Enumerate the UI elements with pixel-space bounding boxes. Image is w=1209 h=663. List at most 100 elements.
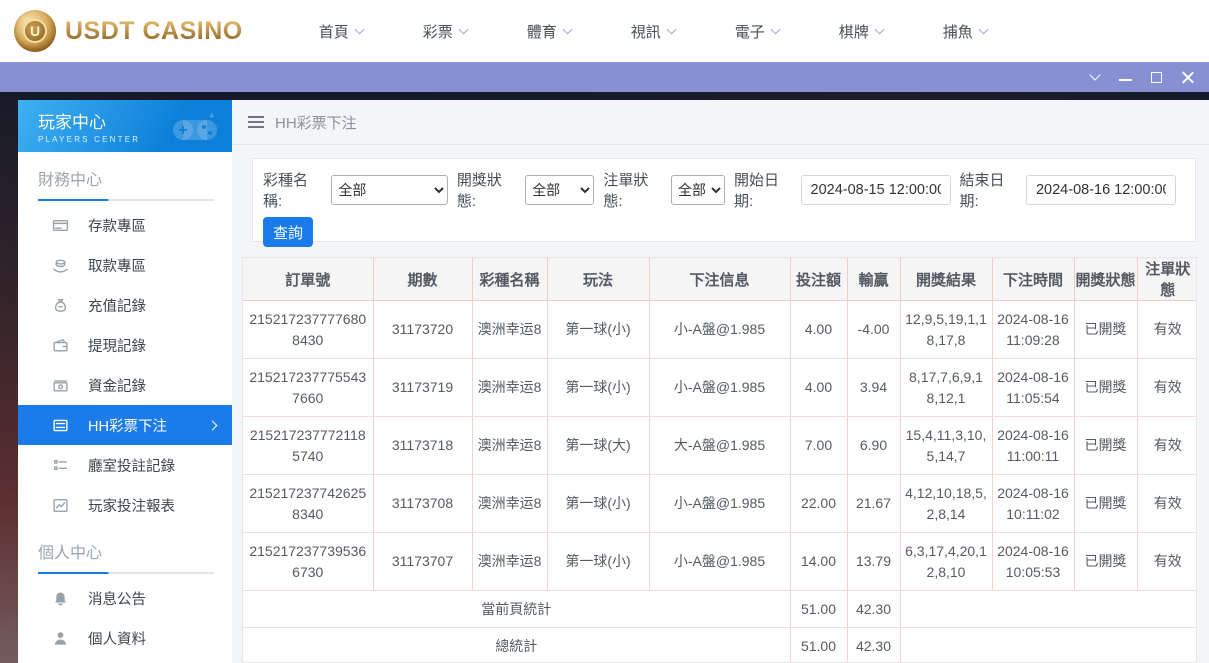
chevron-down-icon — [874, 24, 884, 34]
table-cell: 澳洲幸运8 — [472, 417, 547, 475]
table-cell: 已開獎 — [1074, 417, 1137, 475]
sidebar-item[interactable]: HH彩票下注 — [18, 405, 232, 445]
sidebar-item[interactable]: 消息公告 — [18, 578, 232, 618]
summary-row: 總統計51.0042.30 — [243, 628, 1197, 663]
table-cell: 有效 — [1137, 301, 1197, 359]
end-date-label: 結束日期: — [960, 169, 1021, 211]
lottery-select[interactable]: 全部 — [331, 175, 448, 205]
end-date-group: 結束日期: — [960, 169, 1176, 211]
bets-table-panel: 訂單號期數彩種名稱玩法下注信息投注額輸贏開獎結果下注時間開獎狀態注單狀態2152… — [242, 257, 1197, 663]
table-cell: 第一球(小) — [547, 533, 649, 591]
maximize-button[interactable] — [1141, 62, 1172, 92]
end-date-input[interactable] — [1026, 175, 1176, 205]
sidebar-item[interactable]: 充值記錄 — [18, 285, 232, 325]
minimize-button[interactable] — [1110, 62, 1141, 92]
summary-empty-cell — [900, 591, 1197, 628]
sidebar-item[interactable]: 資金記錄 — [18, 365, 232, 405]
table-cell: 14.00 — [790, 533, 847, 591]
table-cell: 3.94 — [847, 359, 900, 417]
column-header: 開獎狀態 — [1074, 258, 1137, 301]
table-header-row: 訂單號期數彩種名稱玩法下注信息投注額輸贏開獎結果下注時間開獎狀態注單狀態 — [243, 258, 1197, 301]
order-status-select[interactable]: 全部 — [671, 175, 725, 205]
draw-status-label: 開獎狀態: — [457, 169, 520, 211]
table-cell: 31173708 — [373, 475, 472, 533]
table-row: 215217237777680843031173720澳洲幸运8第一球(小)小-… — [243, 301, 1197, 359]
gamepad-icon — [168, 108, 222, 144]
table-row: 215217237775543766031173719澳洲幸运8第一球(小)小-… — [243, 359, 1197, 417]
summary-winloss-total: 42.30 — [847, 628, 900, 663]
lottery-filter-label: 彩種名稱: — [263, 169, 326, 211]
chevron-down-icon — [1089, 69, 1100, 80]
table-cell: 澳洲幸运8 — [472, 359, 547, 417]
sidebar-item-label: 廳室投註記錄 — [88, 455, 175, 476]
nav-item-label: 棋牌 — [839, 21, 869, 42]
chevron-right-icon — [208, 420, 218, 430]
sidebar-sections: 財務中心存款專區取款專區充值記錄提現記錄資金記錄HH彩票下注廳室投註記錄玩家投注… — [18, 166, 232, 658]
chevron-down-icon — [666, 24, 676, 34]
nav-item[interactable]: 彩票 — [393, 21, 497, 42]
collapse-button[interactable] — [1079, 62, 1110, 92]
money-bag-icon — [52, 297, 69, 314]
sidebar-item[interactable]: 廳室投註記錄 — [18, 445, 232, 485]
table-cell: 小-A盤@1.985 — [649, 475, 790, 533]
search-button[interactable]: 查詢 — [263, 217, 313, 247]
table-cell: 2024-08-16 11:09:28 — [992, 301, 1074, 359]
column-header: 期數 — [373, 258, 472, 301]
sidebar-item[interactable]: 存款專區 — [18, 205, 232, 245]
table-cell: 31173720 — [373, 301, 472, 359]
order-status-label: 注單狀態: — [603, 169, 666, 211]
draw-status-select[interactable]: 全部 — [525, 175, 594, 205]
start-date-input[interactable] — [801, 175, 951, 205]
sidebar-item[interactable]: 玩家投注報表 — [18, 485, 232, 525]
table-cell: 已開獎 — [1074, 359, 1137, 417]
table-cell: 小-A盤@1.985 — [649, 301, 790, 359]
table-cell: 澳洲幸运8 — [472, 533, 547, 591]
summary-empty-cell — [900, 628, 1197, 663]
sidebar: 玩家中心 PLAYERS CENTER 財務中心存款專區取款專區充值記錄提現記錄… — [18, 100, 232, 663]
nav-item[interactable]: 首頁 — [289, 21, 393, 42]
close-button[interactable] — [1172, 62, 1203, 92]
table-cell: 澳洲幸运8 — [472, 475, 547, 533]
nav-item[interactable]: 體育 — [497, 21, 601, 42]
deposit-card-icon — [52, 217, 69, 234]
sidebar-item-label: 資金記錄 — [88, 375, 146, 396]
nav-item-label: 彩票 — [423, 21, 453, 42]
table-cell: 31173718 — [373, 417, 472, 475]
site-logo[interactable]: U USDT CASINO — [14, 10, 243, 52]
table-cell: 2152172377776808430 — [243, 301, 373, 359]
table-cell: 13.79 — [847, 533, 900, 591]
table-cell: 15,4,11,3,10,5,14,7 — [900, 417, 992, 475]
nav-item[interactable]: 捕魚 — [913, 21, 1017, 42]
table-cell: 第一球(大) — [547, 417, 649, 475]
maximize-icon — [1151, 72, 1162, 83]
sidebar-item-label: 玩家投注報表 — [88, 495, 175, 516]
nav-item[interactable]: 視訊 — [601, 21, 705, 42]
table-row: 215217237739536673031173707澳洲幸运8第一球(小)小-… — [243, 533, 1197, 591]
table-cell: 第一球(小) — [547, 359, 649, 417]
table-cell: 有效 — [1137, 475, 1197, 533]
column-header: 玩法 — [547, 258, 649, 301]
table-cell: 12,9,5,19,1,18,17,8 — [900, 301, 992, 359]
sidebar-item[interactable]: 提現記錄 — [18, 325, 232, 365]
column-header: 彩種名稱 — [472, 258, 547, 301]
nav-item[interactable]: 電子 — [705, 21, 809, 42]
nav-item[interactable]: 棋牌 — [809, 21, 913, 42]
clipboard-list-icon — [52, 457, 69, 474]
sidebar-item[interactable]: 個人資料 — [18, 618, 232, 658]
column-header: 投注額 — [790, 258, 847, 301]
wallet-icon — [52, 337, 69, 354]
sidebar-item-label: HH彩票下注 — [88, 415, 167, 436]
main-content: HH彩票下注 彩種名稱: 全部 開獎狀態: 全部 注單狀態: 全部 開始日期: — [232, 100, 1209, 663]
column-header: 輸贏 — [847, 258, 900, 301]
table-cell: 第一球(小) — [547, 475, 649, 533]
table-cell: 有效 — [1137, 359, 1197, 417]
table-cell: 澳洲幸运8 — [472, 301, 547, 359]
hamburger-menu-icon[interactable] — [248, 116, 264, 128]
table-cell: 2152172377755437660 — [243, 359, 373, 417]
table-cell: 2024-08-16 11:05:54 — [992, 359, 1074, 417]
table-cell: 4.00 — [790, 359, 847, 417]
summary-row: 當前頁統計51.0042.30 — [243, 591, 1197, 628]
sidebar-item[interactable]: 取款專區 — [18, 245, 232, 285]
chevron-down-icon — [354, 24, 364, 34]
chevron-down-icon — [562, 24, 572, 34]
